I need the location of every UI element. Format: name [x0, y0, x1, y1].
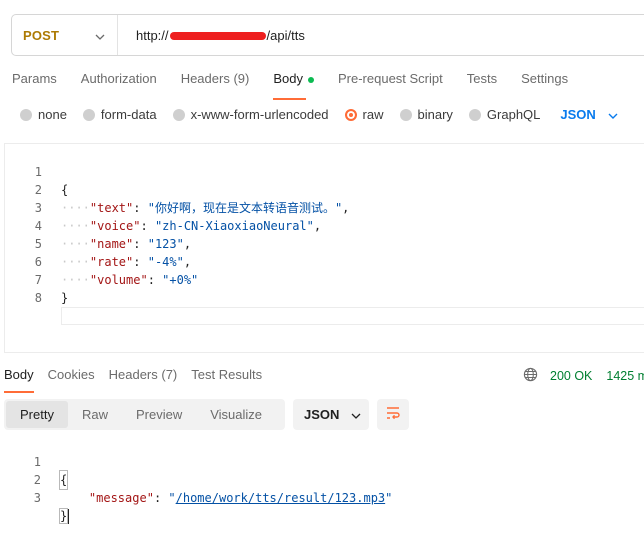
url-prefix: http:// — [136, 27, 169, 43]
tab-label: Cookies — [47, 367, 95, 382]
tab-label: Pre-request Script — [337, 71, 443, 86]
code-line: 3 } — [4, 471, 644, 524]
view-mode-switcher: Pretty Raw Preview Visualize — [4, 399, 285, 430]
url-path: /api/tts — [266, 27, 305, 43]
tab-settings[interactable]: Settings — [521, 71, 568, 101]
radio-circle-icon — [172, 108, 185, 121]
url-bar: POST http:// /api/tts — [11, 14, 644, 56]
code-text: "message": "/home/work/tts/result/123.mp… — [88, 491, 393, 505]
text-caret — [67, 509, 70, 524]
tab-headers[interactable]: Headers (9) — [181, 71, 250, 101]
result-file-link[interactable]: /home/work/tts/result/123.mp3 — [176, 491, 386, 505]
code-line: 1 { — [5, 145, 644, 197]
tab-count: (7) — [161, 367, 178, 382]
url-input[interactable]: http:// /api/tts — [118, 28, 305, 43]
radio-label: form-data — [100, 107, 157, 122]
response-format-label: JSON — [304, 407, 340, 422]
radio-x-www-form-urlencoded[interactable]: x-www-form-urlencoded — [172, 107, 329, 122]
globe-icon[interactable] — [523, 367, 538, 385]
code-line: 1 { — [4, 435, 644, 490]
status-code[interactable]: 200 OK — [550, 369, 592, 383]
code-line: 7 } — [5, 253, 644, 305]
response-time[interactable]: 1425 ms — [606, 369, 644, 383]
response-tab-test-results[interactable]: Test Results — [191, 367, 262, 395]
response-tab-headers[interactable]: Headers (7) — [109, 367, 178, 395]
response-tab-body[interactable]: Body — [4, 367, 34, 395]
radio-circle-icon — [20, 108, 32, 121]
radio-graphql[interactable]: GraphQL — [468, 107, 541, 122]
radio-circle-icon — [399, 108, 412, 121]
tab-label: Settings — [521, 71, 569, 86]
code-line: 3 ····"voice": "zh-CN-XiaoxiaoNeural", — [5, 181, 644, 233]
tab-authorization[interactable]: Authorization — [81, 71, 157, 101]
body-type-options: none form-data x-www-form-urlencoded raw… — [20, 107, 618, 122]
view-preview-button[interactable]: Preview — [122, 401, 196, 428]
response-tabs: Body Cookies Headers (7) Test Results — [4, 367, 276, 395]
radio-none[interactable]: none — [20, 107, 67, 122]
response-meta: 200 OK 1425 ms — [523, 367, 644, 385]
radio-label: binary — [417, 107, 453, 122]
line-number: 8 — [34, 291, 42, 305]
method-select[interactable]: POST — [12, 15, 118, 55]
code-line: 2 "message": "/home/work/tts/result/123.… — [4, 453, 644, 505]
method-label: POST — [23, 27, 60, 43]
radio-circle-icon — [82, 108, 95, 121]
wrap-lines-button[interactable] — [377, 399, 409, 430]
radio-label: raw — [362, 107, 384, 122]
tab-label: Headers — [180, 71, 230, 86]
code-line: 2 ····"text": "你好啊，现在是文本转语音测试。", — [5, 163, 644, 215]
body-set-dot-icon — [307, 76, 314, 83]
chevron-down-icon — [95, 28, 105, 43]
tab-body[interactable]: Body — [273, 71, 314, 101]
tab-label: Headers — [108, 367, 158, 382]
code-line: 8 — [5, 271, 644, 325]
response-format-select[interactable]: JSON — [293, 399, 369, 430]
request-body-editor[interactable]: 1 { 2 ····"text": "你好啊，现在是文本转语音测试。", 3 ·… — [4, 143, 644, 353]
body-format-select[interactable]: JSON — [560, 107, 618, 122]
tab-pre-request-script[interactable]: Pre-request Script — [338, 71, 443, 101]
tab-label: Params — [12, 71, 57, 86]
redacted-host — [169, 32, 266, 41]
active-line-highlight — [61, 307, 644, 325]
tab-params[interactable]: Params — [12, 71, 57, 101]
chevron-down-icon — [351, 407, 361, 422]
code-text: } — [58, 508, 70, 524]
code-line: 5 ····"rate": "-4%", — [5, 217, 644, 269]
radio-label: none — [38, 107, 67, 122]
view-pretty-button[interactable]: Pretty — [6, 401, 68, 428]
tab-label: Body — [273, 71, 303, 86]
wrap-lines-icon — [385, 406, 401, 423]
code-line: 4 ····"name": "123", — [5, 199, 644, 251]
code-line: 6 ····"volume": "+0%" — [5, 235, 644, 287]
chevron-down-icon — [608, 107, 618, 122]
radio-selected-icon — [344, 108, 357, 121]
tab-label: Authorization — [80, 71, 157, 86]
line-number: 3 — [33, 491, 41, 505]
radio-label: x-www-form-urlencoded — [190, 107, 329, 122]
tab-count: (9) — [233, 71, 250, 86]
view-visualize-button[interactable]: Visualize — [196, 401, 276, 428]
body-format-label: JSON — [560, 107, 596, 122]
radio-label: GraphQL — [486, 107, 541, 122]
tab-label: Body — [4, 367, 34, 382]
response-tab-cookies[interactable]: Cookies — [48, 367, 95, 395]
response-body-viewer[interactable]: 1 { 2 "message": "/home/work/tts/result/… — [4, 435, 644, 524]
view-raw-button[interactable]: Raw — [68, 401, 122, 428]
radio-circle-icon — [468, 108, 481, 121]
radio-form-data[interactable]: form-data — [82, 107, 157, 122]
request-tabs: Params Authorization Headers (9) Body Pr… — [12, 71, 592, 101]
code-text: } — [61, 291, 69, 305]
radio-binary[interactable]: binary — [399, 107, 453, 122]
radio-raw[interactable]: raw — [344, 107, 384, 122]
tab-label: Test Results — [191, 367, 263, 382]
tab-label: Tests — [466, 71, 498, 86]
tab-tests[interactable]: Tests — [467, 71, 497, 101]
